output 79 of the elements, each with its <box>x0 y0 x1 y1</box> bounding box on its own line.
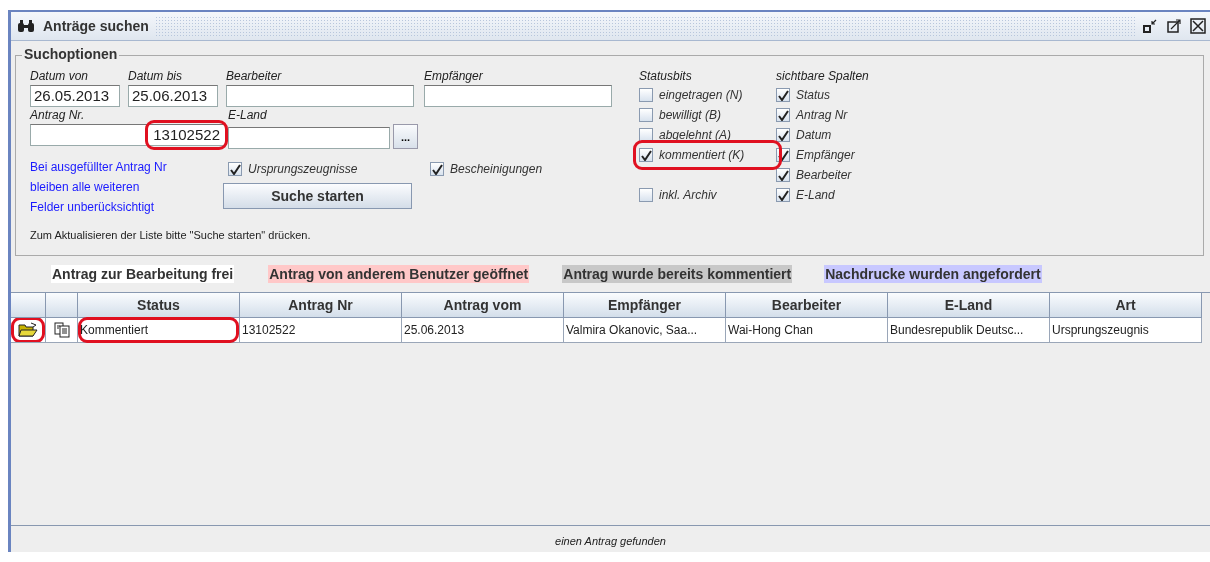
column-header[interactable]: Antrag vom <box>402 293 564 318</box>
input-field[interactable]: 26.05.2013 <box>30 85 120 107</box>
checkbox[interactable] <box>639 88 653 102</box>
copy-icon <box>53 322 70 338</box>
legend-label: Antrag wurde bereits kommentiert <box>562 265 793 283</box>
input-field[interactable] <box>424 85 612 107</box>
folder-icon <box>18 322 38 338</box>
checkmark-icon <box>777 189 789 201</box>
column-header[interactable]: Antrag Nr <box>240 293 402 318</box>
input-field[interactable]: 25.06.2013 <box>128 85 218 107</box>
column-header[interactable] <box>11 293 46 318</box>
checkbox-label: eingetragen (N) <box>659 88 743 102</box>
field-label: Empfänger <box>424 68 484 85</box>
legend-label: Nachdrucke wurden angefordert <box>824 265 1042 283</box>
checkbox[interactable] <box>776 108 790 122</box>
checkbox-label: inkl. Archiv <box>659 188 717 202</box>
browse-button[interactable]: ... <box>393 124 418 149</box>
checkbox-label: Ursprungszeugnisse <box>248 162 358 176</box>
close-icon <box>1190 18 1206 34</box>
checkbox-label: Antrag Nr <box>796 108 848 122</box>
legend-label: Antrag zur Bearbeitung frei <box>51 265 235 283</box>
minimize-icon <box>1142 18 1158 34</box>
checkmark-icon <box>229 163 241 175</box>
checkmark-icon <box>777 149 789 161</box>
field-label: Bearbeiter <box>226 68 283 85</box>
checkbox[interactable] <box>776 128 790 142</box>
status-text: einen Antrag gefunden <box>555 535 666 547</box>
checkmark-icon <box>777 89 789 101</box>
checkbox[interactable] <box>776 168 790 182</box>
checkbox-label: Bescheinigungen <box>450 162 543 176</box>
checkbox[interactable] <box>639 128 653 142</box>
field-label: E-Land <box>228 107 268 124</box>
checkmark-icon <box>777 169 789 181</box>
checkmark-icon <box>777 109 789 121</box>
checkbox-label: Datum <box>796 128 832 142</box>
column-header[interactable] <box>46 293 78 318</box>
window-title: Anträge suchen <box>43 18 149 34</box>
table-cell: Kommentiert <box>80 323 149 337</box>
checkbox-label: Status <box>796 88 831 102</box>
search-button[interactable]: Suche starten <box>223 183 412 209</box>
checkbox[interactable] <box>228 162 242 176</box>
field-label: Datum bis <box>128 68 184 85</box>
table-cell: Ursprungszeugnis <box>1052 323 1149 337</box>
checkbox[interactable] <box>639 148 653 162</box>
checkmark-icon <box>777 129 789 141</box>
hint-text: Zum Aktualisieren der Liste bitte "Suche starten" drücken. <box>30 229 312 241</box>
section-label: Statusbits <box>639 68 693 85</box>
checkmark-icon <box>431 163 443 175</box>
checkbox-label: Bearbeiter <box>796 168 852 182</box>
checkmark-icon <box>640 149 652 161</box>
table-cell: 25.06.2013 <box>404 323 465 337</box>
checkbox-label: E-Land <box>796 188 835 202</box>
input-field[interactable] <box>226 85 414 107</box>
group-title: Suchoptionen <box>22 46 120 62</box>
column-header[interactable]: Empfänger <box>564 293 726 318</box>
table-cell: Wai-Hong Chan <box>728 323 813 337</box>
column-header[interactable]: Status <box>78 293 240 318</box>
checkbox[interactable] <box>776 88 790 102</box>
info-note: Bei ausgefüllter Antrag Nr bleiben alle weiteren Felder unberücksichtigt <box>30 159 168 216</box>
checkbox-label: kommentiert (K) <box>659 148 745 162</box>
column-header[interactable]: E-Land <box>888 293 1050 318</box>
column-header[interactable]: Art <box>1050 293 1202 318</box>
maximize-icon <box>1166 18 1182 34</box>
field-label: Antrag Nr. <box>30 107 86 124</box>
input-field[interactable] <box>228 127 390 149</box>
section-label: sichtbare Spalten <box>776 68 870 85</box>
table-cell: Valmira Okanovic, Saa... <box>566 323 698 337</box>
checkbox-label: Empfänger <box>796 148 855 162</box>
field-label: Datum von <box>30 68 90 85</box>
table-cell: 13102522 <box>242 323 296 337</box>
column-header[interactable]: Bearbeiter <box>726 293 888 318</box>
checkbox[interactable] <box>639 188 653 202</box>
checkbox[interactable] <box>776 188 790 202</box>
checkbox-label: bewilligt (B) <box>659 108 721 122</box>
table-cell: Bundesrepublik Deutsc... <box>890 323 1024 337</box>
binoculars-icon <box>17 19 35 33</box>
checkbox[interactable] <box>430 162 444 176</box>
legend-label: Antrag von anderem Benutzer geöffnet <box>268 265 530 283</box>
checkbox[interactable] <box>639 108 653 122</box>
